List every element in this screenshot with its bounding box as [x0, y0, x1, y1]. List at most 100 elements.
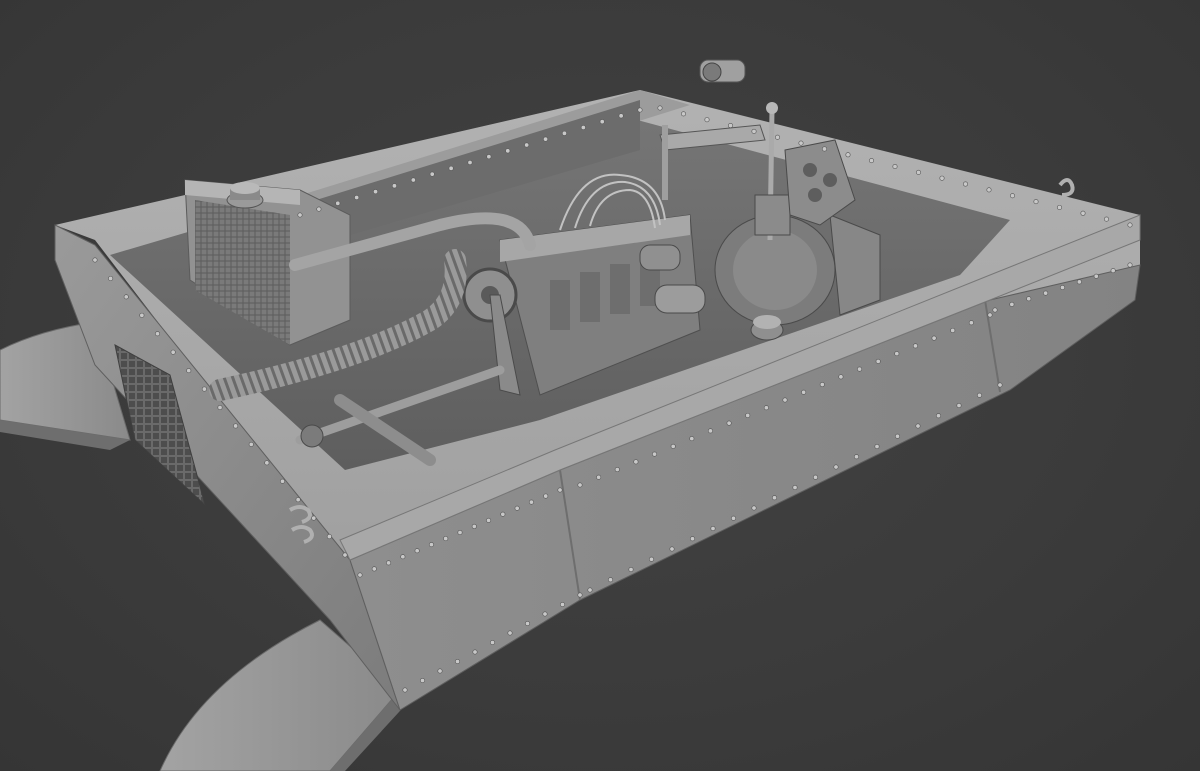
rivet: [618, 113, 624, 119]
rivet: [354, 195, 360, 201]
rivet: [514, 505, 520, 511]
tank-hull-3d-model[interactable]: [0, 0, 1200, 771]
rivet: [950, 327, 956, 333]
rivet: [935, 413, 941, 419]
rivet: [726, 420, 732, 426]
rivet: [652, 451, 658, 457]
rivet: [454, 658, 460, 664]
rivet: [1076, 279, 1082, 285]
rivet: [956, 402, 962, 408]
rivet: [467, 160, 473, 166]
rivet: [335, 200, 341, 206]
rivet: [1080, 210, 1086, 216]
rivet: [264, 460, 270, 466]
rivet: [1026, 296, 1032, 302]
rivet: [437, 668, 443, 674]
rivet: [139, 312, 145, 318]
rivet: [186, 368, 192, 374]
rivet: [1043, 290, 1049, 296]
rivet: [763, 405, 769, 411]
gearbox-clutch-housing[interactable]: [714, 214, 881, 326]
rivet: [1127, 262, 1133, 268]
rivet: [429, 171, 435, 177]
rivet: [201, 386, 207, 392]
rivet: [812, 474, 818, 480]
rivet: [751, 505, 757, 511]
rivet: [894, 433, 900, 439]
radiator-filler-cap[interactable]: [226, 182, 264, 209]
rivet: [543, 493, 549, 499]
rivet: [1033, 199, 1039, 205]
rivet: [448, 165, 454, 171]
rivet: [371, 566, 377, 572]
rivet: [774, 134, 780, 140]
rivet: [295, 497, 301, 503]
rivet: [670, 443, 676, 449]
rivet: [500, 511, 506, 517]
rivet: [386, 560, 392, 566]
rivet: [342, 552, 348, 558]
rivet: [505, 148, 511, 154]
rivet: [248, 441, 254, 447]
rivet: [819, 382, 825, 388]
rivet: [962, 181, 968, 187]
rivet: [798, 140, 804, 146]
rivet: [373, 189, 379, 195]
rivet: [123, 294, 129, 300]
rivet: [669, 546, 675, 552]
rivet: [868, 158, 874, 164]
rivet: [997, 382, 1003, 388]
rivet: [1104, 216, 1110, 222]
rivet: [745, 412, 751, 418]
rivet: [633, 459, 639, 465]
rivet: [326, 534, 332, 540]
rivet: [628, 566, 634, 572]
rivet: [557, 487, 563, 493]
headlight-mount[interactable]: [699, 59, 746, 83]
rivet: [771, 495, 777, 501]
rivet: [875, 358, 881, 364]
rivet: [853, 454, 859, 460]
rivet: [857, 366, 863, 372]
rivet: [419, 677, 425, 683]
rivet: [1060, 284, 1066, 290]
rivet: [428, 542, 434, 548]
rivet: [1127, 222, 1133, 228]
rivet: [845, 152, 851, 158]
oil-filler-cap[interactable]: [750, 315, 784, 341]
rivet: [233, 423, 239, 429]
rivet: [915, 169, 921, 175]
rivet: [1009, 301, 1015, 307]
rivet: [297, 212, 303, 218]
rivet: [472, 649, 478, 655]
rivet: [443, 536, 449, 542]
rivet: [1093, 273, 1099, 279]
rivet: [279, 478, 285, 484]
rivet: [1057, 204, 1063, 210]
rivet: [486, 517, 492, 523]
rivet: [524, 142, 530, 148]
rivet: [992, 307, 998, 313]
rivet: [414, 548, 420, 554]
3d-viewport[interactable]: [0, 0, 1200, 771]
rivet: [704, 117, 710, 123]
rivet: [402, 687, 408, 693]
rivet: [528, 499, 534, 505]
rivet: [542, 611, 548, 617]
rivet: [689, 436, 695, 442]
rivet: [915, 423, 921, 429]
rivet: [486, 154, 492, 160]
rivet: [648, 556, 654, 562]
rivet: [782, 397, 788, 403]
rivet: [543, 136, 549, 142]
rivet: [577, 592, 583, 598]
rivet: [874, 443, 880, 449]
rivet: [821, 146, 827, 152]
rivet: [316, 206, 322, 212]
rivet: [217, 404, 223, 410]
rivet: [391, 183, 397, 189]
rivet: [1110, 268, 1116, 274]
rivet: [838, 374, 844, 380]
rivet: [170, 349, 176, 355]
rivet: [507, 630, 513, 636]
